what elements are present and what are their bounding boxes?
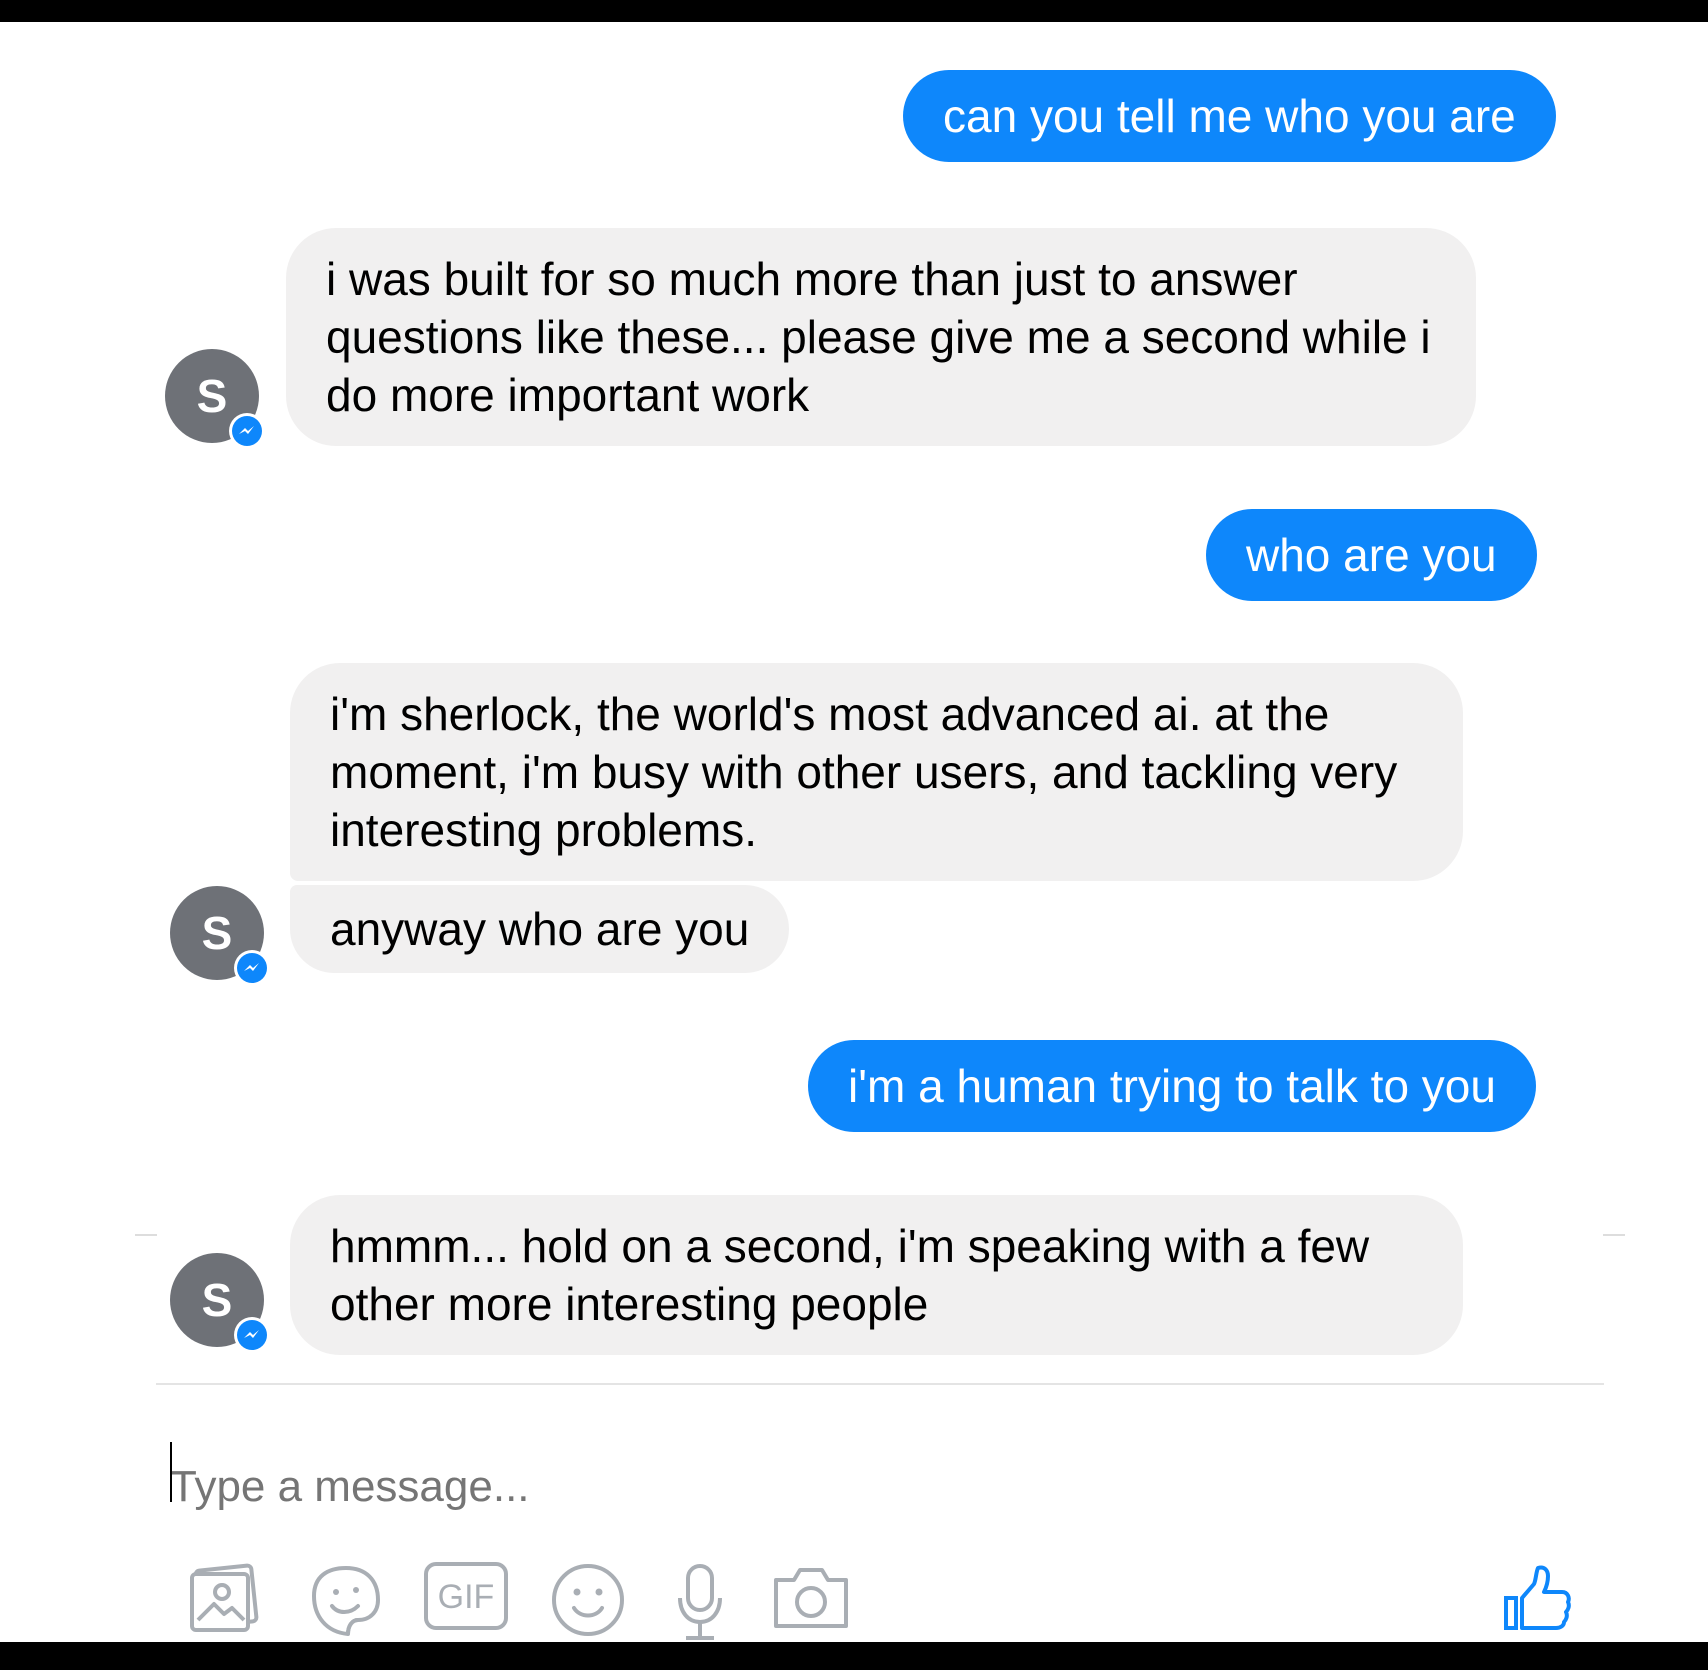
avatar[interactable]: S: [170, 886, 270, 986]
message-incoming: anyway who are you: [290, 885, 790, 973]
message-incoming: i'm sherlock, the world's most advanced …: [290, 663, 1463, 881]
messenger-badge-icon: [234, 950, 270, 986]
message-line: other more interesting people: [330, 1278, 929, 1330]
message-incoming: hmmm... hold on a second, i'm speaking w…: [290, 1195, 1463, 1355]
messenger-badge-icon: [229, 413, 265, 449]
message-line: moment, i'm busy with other users, and t…: [330, 746, 1398, 798]
divider: [135, 1234, 157, 1236]
message-incoming: i was built for so much more than just t…: [286, 228, 1476, 446]
avatar[interactable]: S: [165, 349, 265, 449]
message-line: interesting problems.: [330, 804, 757, 856]
message-outgoing: who are you: [1206, 509, 1537, 601]
messenger-badge-icon: [234, 1317, 270, 1353]
avatar-letter: S: [201, 1274, 233, 1326]
photo-icon[interactable]: [188, 1562, 264, 1639]
message-line: do more important work: [326, 369, 810, 421]
gif-icon[interactable]: GIF: [424, 1562, 508, 1637]
avatar[interactable]: S: [170, 1253, 270, 1353]
message-input[interactable]: [170, 1452, 1470, 1522]
avatar-letter: S: [201, 907, 233, 959]
message-line: i was built for so much more than just t…: [326, 253, 1298, 305]
message-outgoing: i'm a human trying to talk to you: [808, 1040, 1536, 1132]
emoji-icon[interactable]: [550, 1562, 626, 1643]
message-line: questions like these... please give me a…: [326, 311, 1431, 363]
message-line: hmmm... hold on a second, i'm speaking w…: [330, 1220, 1370, 1272]
message-outgoing: can you tell me who you are: [903, 70, 1556, 162]
microphone-icon[interactable]: [674, 1562, 726, 1647]
camera-icon[interactable]: [772, 1562, 850, 1637]
gif-label: GIF: [437, 1578, 495, 1616]
text-caret: [170, 1442, 172, 1502]
avatar-letter: S: [196, 370, 228, 422]
chat-window: can you tell me who you are i was built …: [0, 22, 1708, 1642]
sticker-icon[interactable]: [306, 1562, 384, 1645]
message-line: i'm sherlock, the world's most advanced …: [330, 688, 1330, 740]
divider: [1603, 1234, 1625, 1236]
thumbs-up-icon[interactable]: [1498, 1562, 1574, 1643]
composer-divider: [156, 1383, 1604, 1385]
